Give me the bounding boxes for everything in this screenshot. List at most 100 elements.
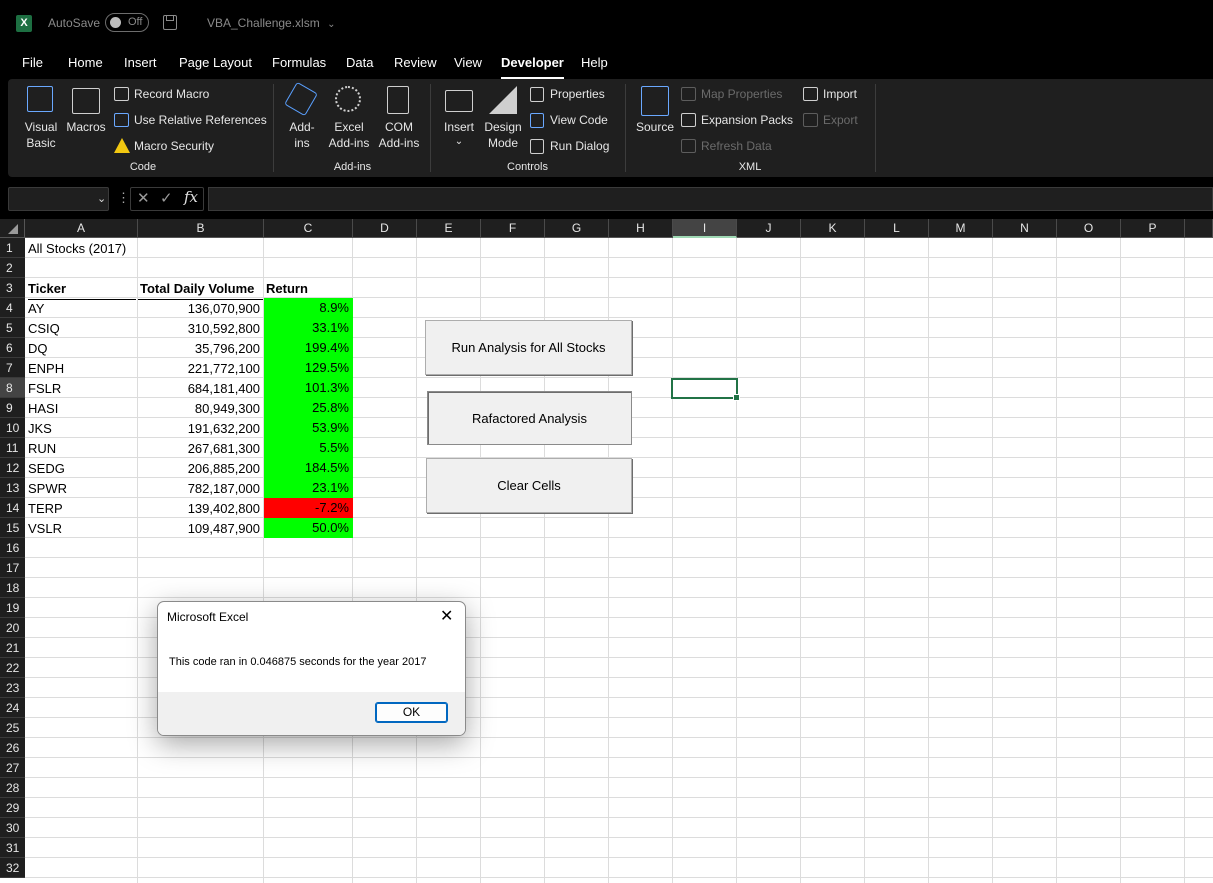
volume-cell[interactable]: 80,949,300 [138, 399, 264, 419]
return-cell[interactable]: 5.5% [264, 438, 353, 458]
row-header[interactable]: 14 [0, 498, 25, 518]
volume-cell[interactable]: 109,487,900 [138, 519, 264, 539]
column-header[interactable]: D [353, 219, 417, 238]
return-cell[interactable]: 25.8% [264, 398, 353, 418]
header-ticker[interactable]: Ticker [28, 279, 136, 300]
column-header[interactable]: L [865, 219, 929, 238]
ticker-cell[interactable]: HASI [28, 399, 136, 419]
return-cell[interactable]: 8.9% [264, 298, 353, 318]
refresh-data-button[interactable]: Refresh Data [681, 138, 791, 156]
row-header[interactable]: 26 [0, 738, 25, 758]
row-header[interactable]: 24 [0, 698, 25, 718]
column-header[interactable]: O [1057, 219, 1121, 238]
refactored-analysis-button[interactable]: Rafactored Analysis [427, 391, 632, 445]
row-header[interactable]: 2 [0, 258, 25, 278]
tab-formulas[interactable]: Formulas [272, 55, 326, 75]
row-header[interactable]: 28 [0, 778, 25, 798]
row-header[interactable]: 30 [0, 818, 25, 838]
column-header[interactable]: B [138, 219, 264, 238]
row-header[interactable]: 16 [0, 538, 25, 558]
volume-cell[interactable]: 684,181,400 [138, 379, 264, 399]
ticker-cell[interactable]: DQ [28, 339, 136, 359]
row-header[interactable]: 29 [0, 798, 25, 818]
source-button[interactable]: Source [634, 84, 676, 154]
column-header[interactable]: E [417, 219, 481, 238]
map-properties-button[interactable]: Map Properties [681, 86, 791, 104]
row-header[interactable]: 18 [0, 578, 25, 598]
view-code-button[interactable]: View Code [530, 112, 620, 130]
visual-basic-button[interactable]: Visual Basic [18, 84, 64, 150]
cell-a1-title[interactable]: All Stocks (2017) [28, 239, 228, 259]
column-header[interactable] [1185, 219, 1213, 238]
design-mode-button[interactable]: Design Mode [482, 84, 524, 154]
ticker-cell[interactable]: ENPH [28, 359, 136, 379]
import-button[interactable]: Import [803, 86, 873, 104]
tab-home[interactable]: Home [68, 55, 103, 75]
row-header[interactable]: 22 [0, 658, 25, 678]
row-header[interactable]: 15 [0, 518, 25, 538]
tab-developer[interactable]: Developer [501, 55, 564, 79]
file-name[interactable]: VBA_Challenge.xlsm ⌄ [207, 16, 335, 30]
column-header[interactable]: F [481, 219, 545, 238]
volume-cell[interactable]: 310,592,800 [138, 319, 264, 339]
row-header[interactable]: 1 [0, 238, 25, 258]
insert-function-icon[interactable]: fx [184, 188, 198, 206]
column-header[interactable]: J [737, 219, 801, 238]
header-return[interactable]: Return [264, 279, 352, 299]
ticker-cell[interactable]: AY [28, 299, 136, 319]
insert-control-button[interactable]: Insert ⌄ [440, 84, 478, 154]
formula-input[interactable] [208, 187, 1213, 211]
return-cell[interactable]: 199.4% [264, 338, 353, 358]
row-header[interactable]: 10 [0, 418, 25, 438]
row-header[interactable]: 23 [0, 678, 25, 698]
fill-handle[interactable] [733, 394, 740, 401]
row-header[interactable]: 25 [0, 718, 25, 738]
clear-cells-button[interactable]: Clear Cells [426, 458, 632, 513]
tab-page-layout[interactable]: Page Layout [179, 55, 252, 75]
return-cell[interactable]: 101.3% [264, 378, 353, 398]
select-all-button[interactable] [0, 219, 25, 238]
row-header[interactable]: 4 [0, 298, 25, 318]
properties-button[interactable]: Properties [530, 86, 620, 104]
volume-cell[interactable]: 191,632,200 [138, 419, 264, 439]
column-header[interactable]: M [929, 219, 993, 238]
column-header[interactable]: G [545, 219, 609, 238]
autosave-toggle[interactable]: Off [105, 13, 149, 32]
row-header[interactable]: 17 [0, 558, 25, 578]
row-header[interactable]: 3 [0, 278, 25, 298]
volume-cell[interactable]: 782,187,000 [138, 479, 264, 499]
column-header[interactable]: C [264, 219, 353, 238]
ticker-cell[interactable]: SPWR [28, 479, 136, 499]
com-add-ins-button[interactable]: COM Add-ins [376, 84, 422, 154]
row-header[interactable]: 31 [0, 838, 25, 858]
name-box[interactable]: ⌄ [8, 187, 109, 211]
column-header[interactable]: A [25, 219, 138, 238]
save-icon[interactable] [163, 15, 177, 30]
ok-button[interactable]: OK [375, 702, 448, 723]
row-header[interactable]: 11 [0, 438, 25, 458]
worksheet-grid[interactable]: ABCDEFGHIJKLMNOP 1 2 3 4 5 6 7 8 9 10 11 12 13 14 15 16… [0, 219, 1213, 883]
row-header[interactable]: 9 [0, 398, 25, 418]
run-analysis-all-stocks-button[interactable]: Run Analysis for All Stocks [425, 320, 632, 375]
formula-bar-grip-icon[interactable]: ⋮ [117, 190, 130, 206]
row-header[interactable]: 27 [0, 758, 25, 778]
column-header[interactable]: N [993, 219, 1057, 238]
cancel-icon[interactable]: ✕ [137, 189, 150, 207]
macro-security-button[interactable]: Macro Security [114, 138, 264, 156]
volume-cell[interactable]: 206,885,200 [138, 459, 264, 479]
ticker-cell[interactable]: CSIQ [28, 319, 136, 339]
tab-file[interactable]: File [22, 55, 43, 75]
column-header[interactable]: I [673, 219, 737, 238]
tab-review[interactable]: Review [394, 55, 437, 75]
ticker-cell[interactable]: SEDG [28, 459, 136, 479]
expansion-packs-button[interactable]: Expansion Packs [681, 112, 796, 130]
tab-data[interactable]: Data [346, 55, 373, 75]
row-header[interactable]: 13 [0, 478, 25, 498]
macros-button[interactable]: Macros [64, 84, 108, 150]
ticker-cell[interactable]: TERP [28, 499, 136, 519]
column-header[interactable]: K [801, 219, 865, 238]
row-header[interactable]: 32 [0, 858, 25, 878]
row-header[interactable]: 20 [0, 618, 25, 638]
return-cell[interactable]: 23.1% [264, 478, 353, 498]
return-cell[interactable]: 129.5% [264, 358, 353, 378]
